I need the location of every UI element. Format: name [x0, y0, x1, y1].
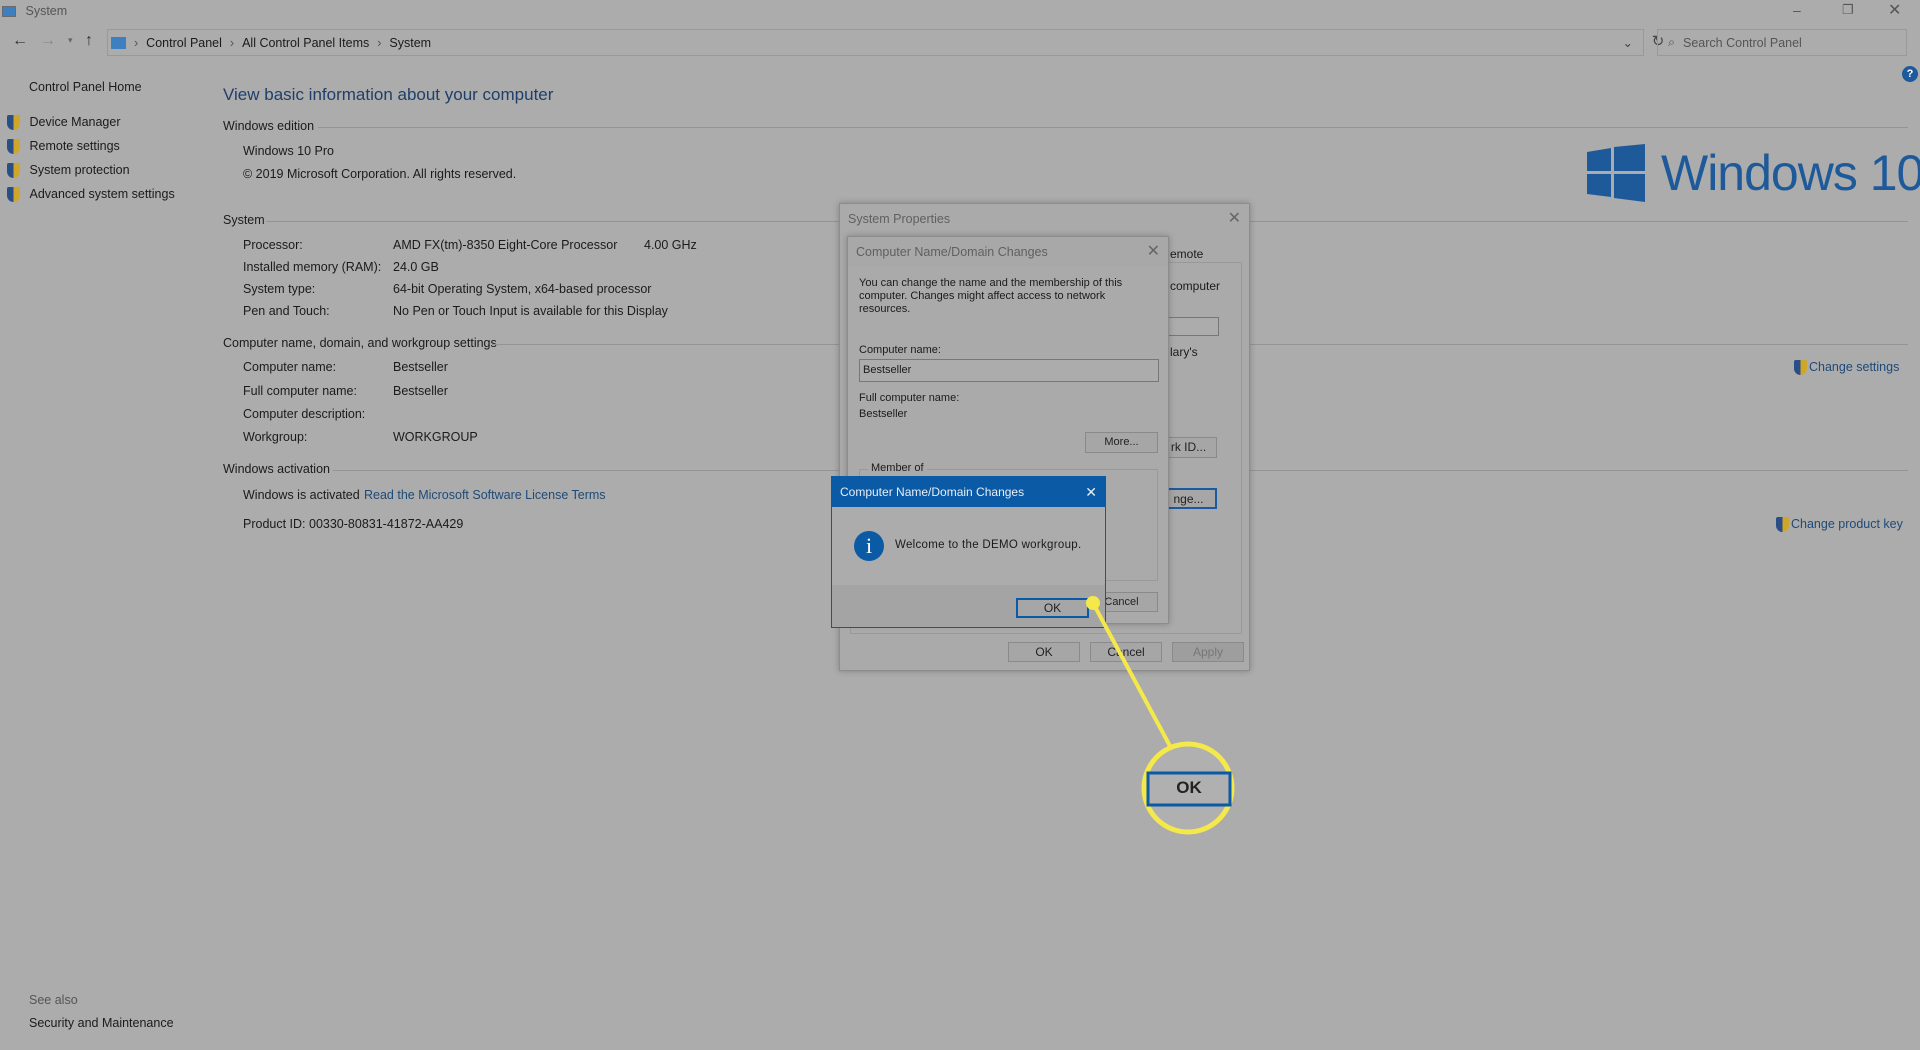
callout-line [1091, 602, 1172, 747]
callout-dot [1086, 596, 1100, 610]
callout-label: OK [1176, 778, 1202, 797]
callout-annotation [1086, 596, 1235, 835]
